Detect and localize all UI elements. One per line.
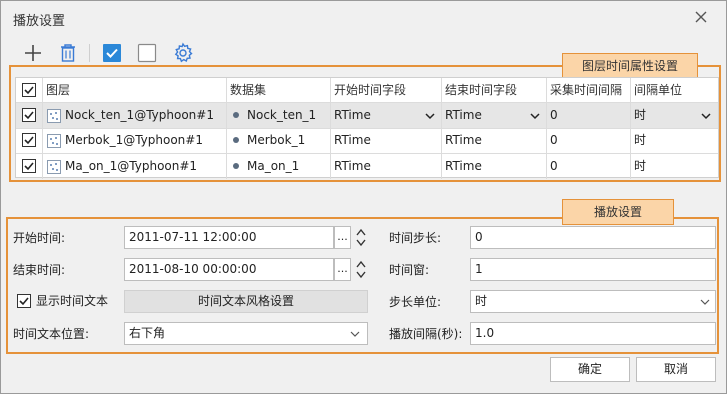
row-interval[interactable]: 0 (547, 154, 629, 178)
time-text-position-label: 时间文本位置: (13, 327, 90, 341)
row-start-field[interactable]: RTime (331, 128, 439, 152)
chevron-down-icon[interactable] (700, 110, 712, 122)
row-layer-name: Nock_ten_1@Typhoon#1 (65, 108, 214, 122)
row-checkbox[interactable] (22, 108, 36, 122)
gear-icon[interactable] (172, 42, 194, 64)
point-layer-icon (47, 109, 61, 123)
row-end-field[interactable]: RTime (442, 154, 544, 178)
row-end-field[interactable]: RTime (442, 128, 544, 152)
layer-time-panel-tag: 图层时间属性设置 (562, 53, 698, 79)
row-layer-name: Ma_on_1@Typhoon#1 (65, 159, 198, 173)
add-icon[interactable] (22, 42, 44, 64)
title-bar: 播放设置 (1, 1, 726, 35)
time-step-input[interactable]: 0 (470, 226, 716, 249)
row-start-field[interactable]: RTime (331, 154, 439, 178)
dataset-dot-icon (233, 162, 239, 169)
ok-button[interactable]: 确定 (550, 357, 630, 382)
show-time-text-checkbox[interactable] (17, 294, 31, 308)
cancel-button[interactable]: 取消 (636, 357, 716, 382)
header-end-field[interactable]: 结束时间字段 (442, 78, 544, 102)
layer-time-table: 图层 数据集 开始时间字段 结束时间字段 采集时间间隔 间隔单位 Nock_te… (15, 77, 719, 179)
row-dataset: Ma_on_1 (230, 154, 328, 178)
row-unit[interactable]: 时 (631, 103, 691, 127)
toolbar-separator (89, 44, 90, 62)
step-unit-select[interactable]: 时 (470, 290, 716, 313)
checkbox-empty-icon[interactable] (136, 42, 158, 64)
row-dataset: Nock_ten_1 (230, 103, 328, 127)
chevron-down-icon[interactable] (424, 110, 436, 122)
step-unit-label: 步长单位: (389, 295, 442, 309)
checkbox-checked-icon[interactable] (101, 42, 123, 64)
play-interval-input[interactable]: 1.0 (470, 322, 716, 345)
row-start-field[interactable]: RTime (331, 103, 439, 127)
dataset-dot-icon (233, 111, 239, 118)
end-time-input[interactable]: 2011-08-10 00:00:00 (124, 258, 334, 281)
end-time-picker-button[interactable]: ... (334, 258, 351, 281)
start-time-label: 开始时间: (13, 231, 66, 245)
play-settings-dialog: 播放设置 图层时间属性设置 图层 数据集 开始时间字段 结束时间字段 采集时间间… (0, 0, 727, 394)
show-time-text-label: 显示时间文本 (36, 294, 109, 308)
time-window-input[interactable]: 1 (470, 258, 716, 281)
end-time-spinner[interactable] (354, 258, 368, 281)
trash-icon[interactable] (57, 42, 79, 64)
play-settings-panel-tag: 播放设置 (562, 199, 674, 225)
row-checkbox[interactable] (22, 159, 36, 173)
play-interval-label: 播放间隔(秒): (389, 327, 463, 341)
point-layer-icon (47, 160, 61, 174)
row-interval[interactable]: 0 (547, 128, 629, 152)
row-dataset: Merbok_1 (230, 128, 328, 152)
start-time-spinner[interactable] (354, 226, 368, 249)
time-text-position-select[interactable]: 右下角 (124, 322, 368, 345)
close-icon[interactable] (689, 7, 713, 29)
row-interval[interactable]: 0 (547, 103, 629, 127)
header-layer[interactable]: 图层 (43, 78, 223, 102)
header-dataset[interactable]: 数据集 (227, 78, 327, 102)
header-start-field[interactable]: 开始时间字段 (331, 78, 439, 102)
time-window-label: 时间窗: (389, 263, 430, 277)
chevron-down-icon[interactable] (529, 110, 541, 122)
row-layer-name: Merbok_1@Typhoon#1 (65, 133, 203, 147)
start-time-picker-button[interactable]: ... (334, 226, 351, 249)
select-all-checkbox[interactable] (22, 83, 36, 97)
row-checkbox[interactable] (22, 133, 36, 147)
chevron-down-icon[interactable] (349, 328, 361, 340)
header-unit[interactable]: 间隔单位 (631, 78, 717, 102)
end-time-label: 结束时间: (13, 263, 66, 277)
time-step-label: 时间步长: (389, 231, 442, 245)
start-time-input[interactable]: 2011-07-11 12:00:00 (124, 226, 334, 249)
dataset-dot-icon (233, 136, 239, 143)
row-unit[interactable]: 时 (631, 128, 717, 152)
chevron-down-icon[interactable] (699, 296, 711, 308)
point-layer-icon (47, 134, 61, 148)
header-interval[interactable]: 采集时间间隔 (547, 78, 629, 102)
window-title: 播放设置 (13, 14, 66, 29)
time-text-style-button[interactable]: 时间文本风格设置 (124, 290, 368, 313)
row-unit[interactable]: 时 (631, 154, 717, 178)
